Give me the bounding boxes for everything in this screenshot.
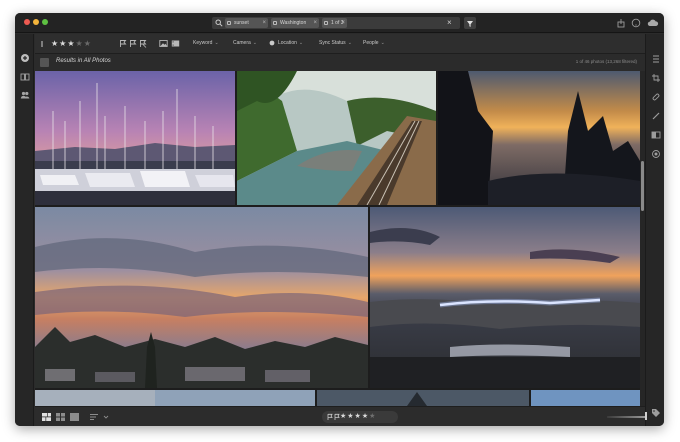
unflagged-icon[interactable]: [129, 39, 137, 48]
cloud-icon[interactable]: [647, 18, 659, 28]
keyword-filter-label: Keyword: [193, 40, 213, 46]
search-chip-label: sunset: [234, 20, 249, 26]
search-chip-label: Washington: [280, 20, 307, 26]
healing-icon[interactable]: [651, 92, 661, 102]
share-icon[interactable]: [616, 18, 626, 28]
photo-grid-view-icon[interactable]: [42, 413, 51, 421]
keyword-filter-dropdown[interactable]: Keyword ⌄: [193, 40, 219, 46]
clear-search-button[interactable]: ×: [447, 17, 452, 29]
flag-icon[interactable]: [327, 413, 333, 421]
sync-status-filter-label: Sync Status: [319, 40, 346, 46]
close-window-button[interactable]: [24, 19, 30, 25]
sync-status-filter-dropdown[interactable]: Sync Status ⌄: [319, 40, 352, 46]
search-chip-location[interactable]: Washington ×: [271, 18, 319, 28]
gradient-icon[interactable]: [651, 130, 661, 140]
location-filter-label: Location: [278, 40, 297, 46]
marina-photo: [35, 71, 235, 205]
bottom-rating-filled: ★★★★: [340, 413, 370, 420]
chevron-down-icon: ⌄: [347, 40, 352, 46]
camera-filter-dropdown[interactable]: Camera ⌄: [233, 40, 257, 46]
square-grid-view-icon[interactable]: [56, 413, 65, 421]
results-title: Results in All Photos: [56, 58, 111, 64]
photo-grid: [35, 71, 640, 406]
partial-photo-1: [35, 390, 315, 406]
add-photos-icon[interactable]: [20, 53, 30, 63]
beach-light-trail-photo: [370, 207, 640, 388]
tag-icon[interactable]: [651, 408, 661, 418]
chevron-down-icon[interactable]: [103, 413, 109, 421]
photo-type-icon[interactable]: [159, 39, 168, 48]
photo-thumbnail-beach-light-trail[interactable]: [370, 207, 640, 388]
river-railway-photo: [237, 71, 436, 205]
search-chip-sunset[interactable]: sunset ×: [225, 18, 268, 28]
maximize-window-button[interactable]: [42, 19, 48, 25]
left-sidebar: [15, 34, 34, 426]
thumbnail-size-slider[interactable]: [607, 416, 647, 418]
album-icon: [40, 58, 49, 67]
people-filter-label: People: [363, 40, 379, 46]
remove-chip-icon[interactable]: ×: [313, 18, 317, 28]
star-icon: [324, 21, 328, 25]
people-icon[interactable]: [20, 90, 30, 100]
forest-sunset-photo: [438, 71, 640, 205]
location-pin-icon: [269, 40, 275, 46]
partial-photo-2: [317, 390, 529, 406]
bottom-rating-control[interactable]: ★★★★★: [322, 411, 398, 423]
photo-thumbnail-river-railway[interactable]: [237, 71, 436, 205]
chevron-down-icon: ⌄: [214, 40, 219, 46]
help-icon[interactable]: [631, 18, 641, 28]
camera-filter-label: Camera: [233, 40, 251, 46]
detail-view-icon[interactable]: [70, 413, 79, 421]
search-icon: [215, 19, 223, 27]
chevron-down-icon: ⌄: [252, 40, 257, 46]
keyword-icon: [227, 21, 231, 25]
photo-thumbnail-partial-2[interactable]: [317, 390, 529, 406]
chevron-down-icon: ⌄: [298, 40, 304, 46]
chevron-down-icon: ⌄: [380, 40, 385, 46]
sort-icon[interactable]: [90, 413, 100, 421]
location-icon: [273, 21, 277, 25]
scrollbar-thumb[interactable]: [641, 161, 644, 211]
flagged-icon[interactable]: [119, 39, 127, 48]
remove-chip-icon[interactable]: ×: [341, 18, 345, 28]
brush-icon[interactable]: [651, 111, 661, 121]
photo-thumbnail-forest-sunset[interactable]: [438, 71, 640, 205]
crop-icon[interactable]: [651, 73, 661, 83]
photo-thumbnail-partial-1[interactable]: [35, 390, 315, 406]
flag-filter-icon[interactable]: [40, 40, 46, 48]
results-count: 1 of 46 photos (13,268 filtered): [575, 59, 637, 64]
filter-bar: ★★★★★ Keyword ⌄ Camera ⌄ Location ⌄ Sync St…: [35, 34, 645, 54]
search-chip-rating[interactable]: 1 of 3 ×: [322, 18, 347, 28]
bottom-rating-empty: ★: [369, 413, 377, 420]
search-bar[interactable]: sunset × Washington × 1 of 3 × ×: [212, 17, 460, 29]
minimize-window-button[interactable]: [33, 19, 39, 25]
rating-filter[interactable]: ★★★★★: [51, 39, 92, 48]
thumbnail-size-slider-handle[interactable]: [645, 412, 647, 420]
photo-thumbnail-partial-3[interactable]: [531, 390, 640, 406]
people-filter-dropdown[interactable]: People ⌄: [363, 40, 385, 46]
bottom-toolbar: ★★★★★: [35, 406, 647, 426]
remove-chip-icon[interactable]: ×: [262, 18, 266, 28]
filter-button[interactable]: [464, 17, 476, 29]
right-sidebar: [645, 34, 664, 426]
title-bar: sunset × Washington × 1 of 3 × ×: [15, 13, 664, 33]
photo-thumbnail-marina[interactable]: [35, 71, 235, 205]
partial-photo-3: [531, 390, 640, 406]
location-filter-dropdown[interactable]: Location ⌄: [278, 40, 303, 46]
sky-town-photo: [35, 207, 368, 388]
rating-filled-stars: ★★★: [51, 39, 76, 48]
radial-icon[interactable]: [651, 149, 661, 159]
results-header: Results in All Photos 1 of 46 photos (13…: [35, 55, 645, 70]
app-window: sunset × Washington × 1 of 3 × × ★★★★★ K…: [15, 13, 664, 426]
photo-thumbnail-sky-town[interactable]: [35, 207, 368, 388]
rejected-icon[interactable]: [139, 39, 147, 48]
rating-empty-stars: ★★: [75, 39, 92, 48]
video-type-icon[interactable]: [171, 39, 180, 48]
edit-icon[interactable]: [651, 54, 661, 64]
funnel-icon: [467, 21, 473, 27]
library-icon[interactable]: [20, 72, 30, 82]
reject-flag-icon[interactable]: [334, 413, 340, 421]
